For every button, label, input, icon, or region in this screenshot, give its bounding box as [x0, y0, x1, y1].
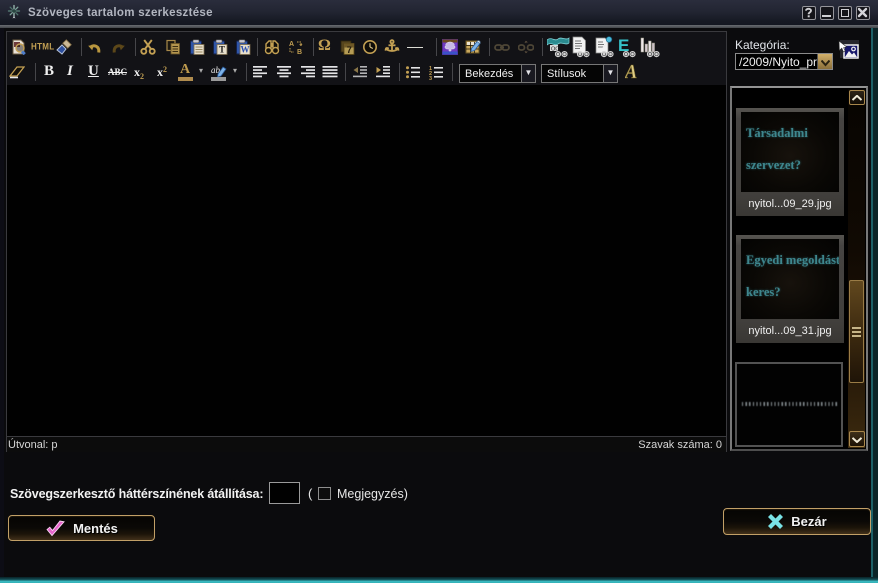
svg-text:B: B	[297, 49, 302, 55]
svg-text:3: 3	[429, 76, 432, 80]
svg-text:7: 7	[347, 45, 352, 55]
svg-text:A: A	[289, 41, 294, 48]
svg-text:T: T	[219, 45, 225, 55]
svg-text:W: W	[241, 45, 250, 55]
svg-text:A: A	[625, 61, 637, 82]
